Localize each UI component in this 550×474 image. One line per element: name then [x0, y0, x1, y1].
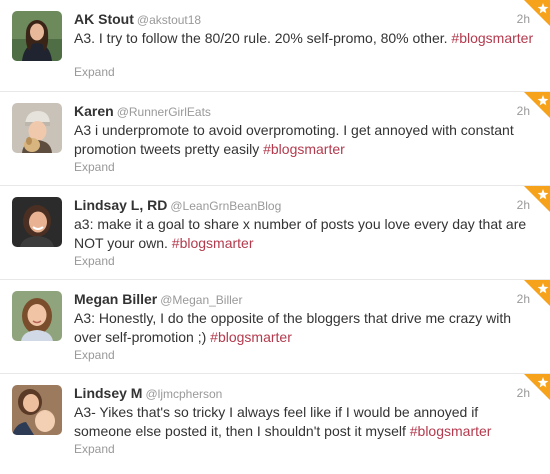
author-name[interactable]: Megan Biller: [74, 291, 157, 307]
tweet-text: A3- Yikes that's so tricky I always feel…: [74, 403, 534, 441]
woman-smiling-avatar[interactable]: [12, 197, 62, 247]
author-handle[interactable]: @RunnerGirlEats: [117, 105, 211, 119]
hashtag-link[interactable]: #blogsmarter: [451, 30, 533, 46]
expand-link[interactable]: Expand: [74, 65, 115, 80]
tweet-feed: AK Stout @akstout18 2h A3. I try to follo…: [0, 0, 550, 474]
expand-link[interactable]: Expand: [74, 442, 115, 457]
tweet-body: a3: make it a goal to share x number of …: [74, 216, 527, 251]
favorite-star-icon: [524, 0, 550, 26]
woman-beanie-dog-avatar[interactable]: [12, 103, 62, 153]
tweet-text: A3 i underpromote to avoid overpromoting…: [74, 121, 534, 159]
tweet-item[interactable]: Lindsay L, RD @LeanGrnBeanBlog 2h a3: mak…: [0, 186, 550, 280]
tweet-header: Lindsay L, RD @LeanGrnBeanBlog: [74, 196, 510, 215]
tweet-text: A3. I try to follow the 80/20 rule. 20% …: [74, 29, 534, 48]
tweet-body: A3. I try to follow the 80/20 rule. 20% …: [74, 30, 448, 46]
tweet-header: Megan Biller @Megan_Biller: [74, 290, 510, 309]
hashtag-link[interactable]: #blogsmarter: [410, 423, 492, 439]
author-handle[interactable]: @LeanGrnBeanBlog: [170, 199, 281, 213]
expand-link[interactable]: Expand: [74, 254, 115, 269]
favorite-star-icon: [524, 186, 550, 212]
expand-link[interactable]: Expand: [74, 348, 115, 363]
favorite-star-icon: [524, 280, 550, 306]
tweet-header: Lindsey M @ljmcpherson: [74, 384, 510, 403]
tweet-body: A3: Honestly, I do the opposite of the b…: [74, 310, 512, 345]
favorite-star-icon: [524, 374, 550, 400]
author-handle[interactable]: @akstout18: [137, 13, 201, 27]
author-name[interactable]: Lindsey M: [74, 385, 142, 401]
tweet-item[interactable]: AK Stout @akstout18 2h A3. I try to follo…: [0, 0, 550, 92]
tweet-item[interactable]: Karen @RunnerGirlEats 2h A3 i underpromot…: [0, 92, 550, 186]
expand-link[interactable]: Expand: [74, 160, 115, 175]
author-name[interactable]: Karen: [74, 103, 114, 119]
woman-brown-hair-avatar[interactable]: [12, 291, 62, 341]
author-name[interactable]: Lindsay L, RD: [74, 197, 167, 213]
tweet-text: A3: Honestly, I do the opposite of the b…: [74, 309, 534, 347]
tweet-text: a3: make it a goal to share x number of …: [74, 215, 534, 253]
hashtag-link[interactable]: #blogsmarter: [172, 235, 254, 251]
tweet-header: Karen @RunnerGirlEats: [74, 102, 510, 121]
tweet-item[interactable]: Lindsey M @ljmcpherson 2h A3- Yikes that'…: [0, 374, 550, 474]
hashtag-link[interactable]: #blogsmarter: [210, 329, 292, 345]
favorite-star-icon: [524, 92, 550, 118]
hashtag-link[interactable]: #blogsmarter: [263, 141, 345, 157]
author-handle[interactable]: @Megan_Biller: [160, 293, 242, 307]
woman-and-child-avatar[interactable]: [12, 385, 62, 435]
woman-dark-hair-avatar[interactable]: [12, 11, 62, 61]
author-handle[interactable]: @ljmcpherson: [145, 387, 222, 401]
tweet-item[interactable]: Megan Biller @Megan_Biller 2h A3: Honestl…: [0, 280, 550, 374]
author-name[interactable]: AK Stout: [74, 11, 134, 27]
tweet-header: AK Stout @akstout18: [74, 10, 510, 29]
